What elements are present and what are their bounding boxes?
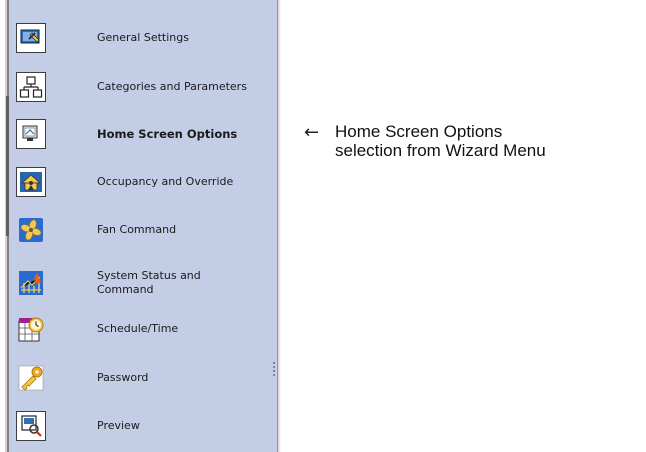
menu-item-general-settings[interactable]: General Settings <box>16 19 274 57</box>
preview-icon <box>16 411 46 441</box>
menu-item-label: Schedule/Time <box>97 322 179 335</box>
annotation-arrow-icon: ← <box>304 122 320 143</box>
general-settings-icon <box>16 23 46 53</box>
menu-item-label: Preview <box>97 419 140 432</box>
annotation-callout: Home Screen Options selection from Wizar… <box>335 122 640 160</box>
menu-item-label: Occupancy and Override <box>97 175 234 188</box>
menu-item-label: System Status and Command <box>97 269 201 296</box>
menu-item-label: Fan Command <box>97 223 177 236</box>
menu-item-label: Categories and Parameters <box>97 80 247 93</box>
menu-item-label: General Settings <box>97 31 189 44</box>
menu-item-system-status-and-command[interactable]: System Status and Command <box>16 258 274 308</box>
menu-item-label: Home Screen Options <box>97 127 238 141</box>
menu-item-categories-and-parameters[interactable]: Categories and Parameters <box>16 68 274 106</box>
menu-item-preview[interactable]: Preview <box>16 407 274 445</box>
menu-item-home-screen-options[interactable]: Home Screen Options <box>16 115 274 153</box>
categories-icon <box>16 72 46 102</box>
password-icon <box>16 363 46 393</box>
menu-item-schedule-time[interactable]: Schedule/Time <box>16 310 274 348</box>
menu-item-label: Password <box>97 371 149 384</box>
occupancy-icon <box>16 167 46 197</box>
annotation-line-1: Home Screen Options <box>335 122 503 141</box>
home-screen-icon <box>16 119 46 149</box>
fan-icon <box>16 215 46 245</box>
annotation-line-2: selection from Wizard Menu <box>335 141 546 160</box>
system-status-icon <box>16 268 46 298</box>
window-left-edge <box>0 0 9 452</box>
menu-item-password[interactable]: Password <box>16 359 274 397</box>
panel-splitter[interactable] <box>278 0 281 452</box>
menu-item-fan-command[interactable]: Fan Command <box>16 211 274 249</box>
schedule-icon <box>16 314 46 344</box>
menu-item-occupancy-and-override[interactable]: Occupancy and Override <box>16 163 274 201</box>
